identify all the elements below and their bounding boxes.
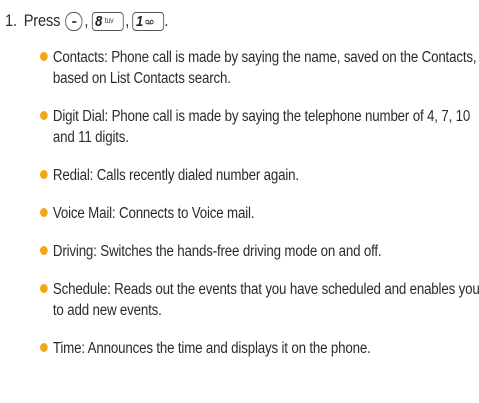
bullet-dot-icon xyxy=(40,208,48,217)
manual-page: 1. Press , 8 tuv , 1 . Contacts: Phone c… xyxy=(0,0,479,403)
list-item-text: Schedule: Reads out the events that you … xyxy=(52,281,479,319)
key-8-letters: tuv xyxy=(104,16,114,25)
list-item-text: Redial: Calls recently dialed number aga… xyxy=(52,167,299,184)
list-item-text: Voice Mail: Connects to Voice mail. xyxy=(52,205,255,222)
list-item: Contacts: Phone call is made by saying t… xyxy=(40,47,479,89)
step-1: 1. Press , 8 tuv , 1 . xyxy=(5,8,168,34)
list-item: Schedule: Reads out the events that you … xyxy=(40,279,479,321)
list-item: Voice Mail: Connects to Voice mail. xyxy=(40,203,479,224)
list-item-text: Time: Announces the time and displays it… xyxy=(52,340,371,357)
voice-command-list: Contacts: Phone call is made by saying t… xyxy=(40,47,479,376)
step-verb: Press xyxy=(23,11,61,30)
step-end: . xyxy=(164,11,169,30)
key-1-voicemail-icon: 1 xyxy=(132,11,165,31)
voicemail-icon xyxy=(145,19,155,25)
separator: , xyxy=(84,11,89,30)
bullet-dot-icon xyxy=(40,170,48,179)
list-item: Time: Announces the time and displays it… xyxy=(40,338,479,359)
list-item: Digit Dial: Phone call is made by saying… xyxy=(40,106,479,148)
key-8-digit: 8 xyxy=(95,12,103,30)
list-item: Redial: Calls recently dialed number aga… xyxy=(40,165,479,186)
bullet-dot-icon xyxy=(40,246,48,255)
list-item: Driving: Switches the hands-free driving… xyxy=(40,241,479,262)
bullet-dot-icon xyxy=(40,284,48,293)
list-item-text: Digit Dial: Phone call is made by saying… xyxy=(52,108,471,146)
bullet-dot-icon xyxy=(40,343,48,352)
bullet-dot-icon xyxy=(40,52,48,61)
key-8-icon: 8 tuv xyxy=(91,11,124,31)
list-item-text: Contacts: Phone call is made by saying t… xyxy=(52,49,477,87)
step-number: 1. xyxy=(5,11,17,30)
minus-key-icon xyxy=(65,11,83,31)
bullet-dot-icon xyxy=(40,111,48,120)
key-1-digit: 1 xyxy=(135,12,144,30)
list-item-text: Driving: Switches the hands-free driving… xyxy=(52,243,382,260)
separator: , xyxy=(125,11,130,30)
